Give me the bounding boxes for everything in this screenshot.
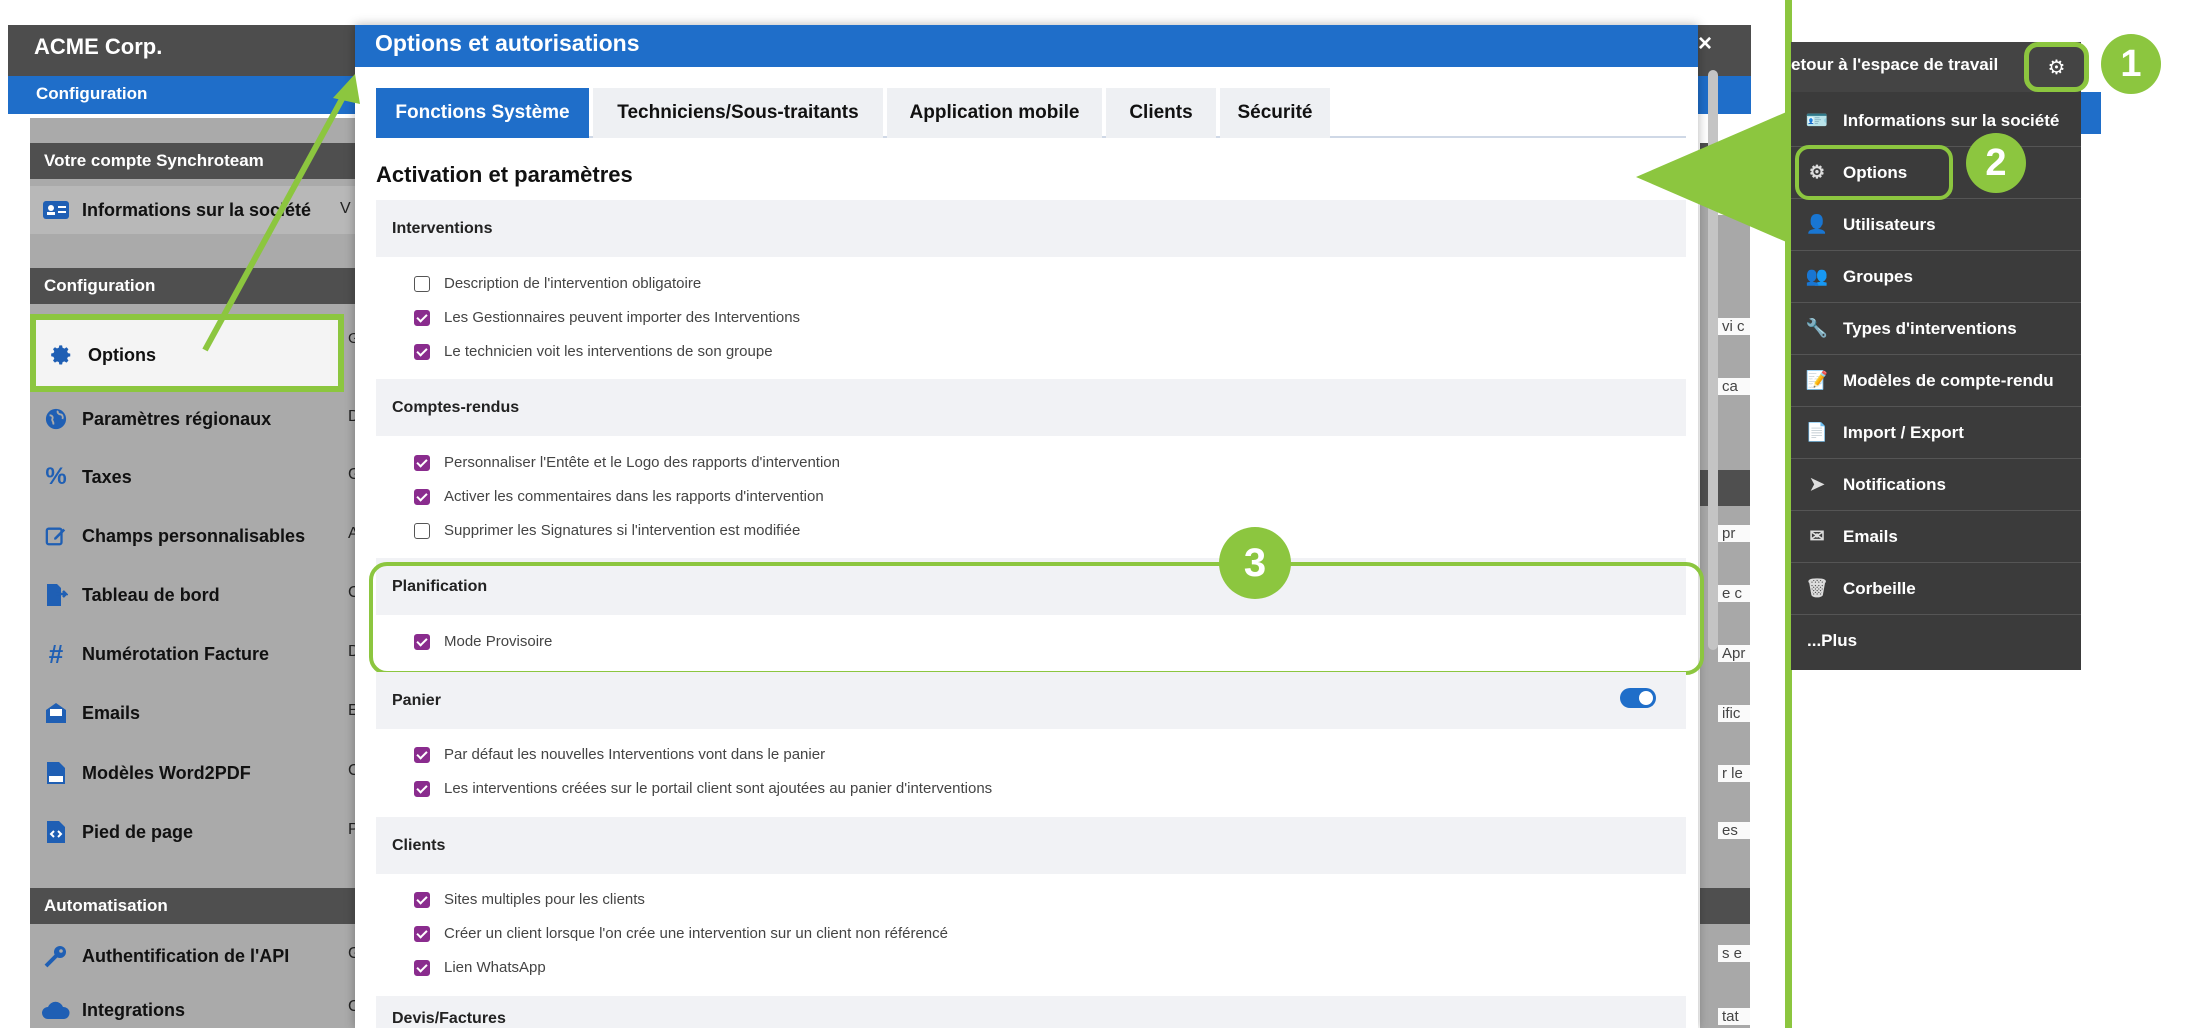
annotation-overlay: [202, 74, 1791, 352]
screenshot-root: ACME Corp. Configuration Votre compte Sy…: [0, 0, 2200, 1028]
annotation-arrowhead: [333, 74, 360, 104]
annotation-arrow-line: [202, 86, 351, 352]
annotation-pointer-triangle: [1636, 110, 1791, 244]
step-badge-2: 2: [1966, 133, 2026, 193]
step-badge-3: 3: [1219, 527, 1291, 599]
step-badge-1: 1: [2101, 34, 2161, 94]
